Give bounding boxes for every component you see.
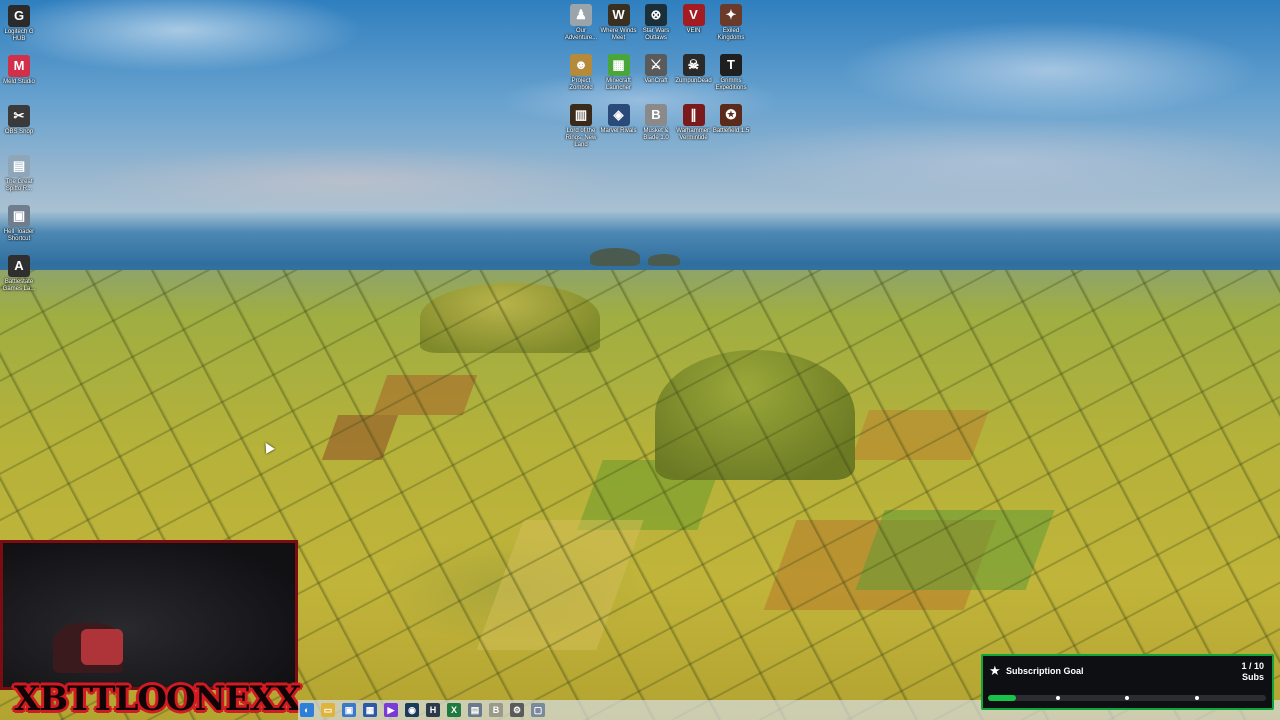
- game-icon: ⚔: [645, 54, 667, 76]
- game-icon: ▥: [570, 104, 592, 126]
- game-icon: ∥: [682, 104, 705, 126]
- game-icon: ✪: [720, 104, 742, 126]
- islet: [590, 248, 640, 266]
- goal-milestone-marker: [1056, 696, 1060, 700]
- webcam-overlay: [0, 540, 298, 690]
- app-icon[interactable]: ▤: [468, 703, 482, 717]
- goal-milestone-marker: [1125, 696, 1129, 700]
- game-icon: ☠: [682, 54, 705, 76]
- desktop-icon[interactable]: ☠ ZumpunDead: [674, 54, 714, 85]
- game-icon: B: [645, 104, 667, 126]
- desktop-icon-label: Our Adventure...: [564, 28, 598, 41]
- desktop-icon[interactable]: W Where Winds Meet: [599, 4, 639, 42]
- app-icon[interactable]: ▣: [342, 703, 356, 717]
- desktop-icon-label: Grimms Expeditions: [715, 78, 747, 91]
- desktop-icon-label: Battlefield 1.5: [712, 128, 750, 134]
- game-icon: ♟: [570, 4, 592, 26]
- desktop-icon-label: Logitech G HUB: [4, 29, 34, 42]
- islet: [648, 254, 680, 266]
- desktop-icon-label: Marvel Rivals: [600, 128, 637, 134]
- desktop-icon-label: Project Zomboid: [569, 78, 593, 91]
- desktop-icon-label: Exiled Kingdoms: [717, 28, 745, 41]
- streamer-shirt: [81, 629, 123, 665]
- desktop-icon-label: OBS Shop: [4, 129, 34, 135]
- gear-icon[interactable]: ⚙: [510, 703, 524, 717]
- game-icon: W: [607, 4, 630, 26]
- desktop-icon[interactable]: ✦ Exiled Kingdoms: [711, 4, 751, 42]
- store-icon[interactable]: ▦: [363, 703, 377, 717]
- desktop-icon[interactable]: ▣ Hell_loader Shortcut: [0, 205, 39, 243]
- desktop-icon-label: Warhammer: Vermintide: [676, 128, 711, 141]
- desktop-icon-label: The Great Spiffo R...: [5, 179, 33, 192]
- desktop-icon-label: Star Wars Outlaws: [642, 28, 670, 41]
- edge-icon[interactable]: ◐: [300, 703, 314, 717]
- desktop-icon[interactable]: A Battlestate Games La...: [0, 255, 39, 293]
- desktop-icon[interactable]: ✪ Battlefield 1.5: [711, 104, 751, 135]
- obs-shop-icon: ✂: [8, 105, 30, 127]
- channel-logo: XBTTLOONEXX: [14, 679, 301, 719]
- logitech-g-icon: G: [8, 5, 30, 27]
- desktop-icon[interactable]: G Logitech G HUB: [0, 5, 39, 43]
- desktop-icon[interactable]: ⊗ Star Wars Outlaws: [636, 4, 676, 42]
- desktop-icon[interactable]: B Musket & Blade 1.0: [636, 104, 676, 142]
- app-icon[interactable]: B: [489, 703, 503, 717]
- desktop-icon[interactable]: T Grimms Expeditions: [711, 54, 751, 92]
- desktop-icon-label: ZumpunDead: [675, 78, 712, 84]
- meld-studio-icon: M: [8, 55, 30, 77]
- desktop-icon-label: VEIN: [686, 28, 701, 34]
- goal-milestone-marker: [1195, 696, 1199, 700]
- app-icon[interactable]: H: [426, 703, 440, 717]
- game-icon: T: [720, 54, 742, 76]
- battlestate-icon: A: [8, 255, 30, 277]
- game-icon: ◈: [607, 104, 630, 126]
- desktop-icon[interactable]: ∥ Warhammer: Vermintide: [674, 104, 714, 142]
- subscription-goal-title: Subscription Goal: [1006, 666, 1084, 676]
- goal-count-value: 1 / 10: [1241, 661, 1264, 671]
- desktop-icon[interactable]: ☻ Project Zomboid: [561, 54, 601, 92]
- desktop-icon[interactable]: V VEIN: [674, 4, 714, 35]
- desktop-icon-label: VanCraft: [644, 78, 668, 84]
- desktop-icon[interactable]: ▤ The Great Spiffo R...: [0, 155, 39, 193]
- star-icon: ★: [989, 663, 1001, 678]
- desktop-icon[interactable]: ♟ Our Adventure...: [561, 4, 601, 42]
- app-icon[interactable]: ▢: [531, 703, 545, 717]
- desktop-icon-label: Lord of the Rings: New Land: [565, 128, 597, 148]
- goal-progress-fill: [988, 695, 1016, 701]
- minecraft-icon: ▦: [607, 54, 630, 76]
- goal-progress-track: [988, 695, 1266, 701]
- desktop-icon-label: Where Winds Meet: [600, 28, 637, 41]
- desktop-icon[interactable]: ▥ Lord of the Rings: New Land: [561, 104, 601, 149]
- game-icon: ⊗: [645, 4, 667, 26]
- game-icon: V: [682, 4, 705, 26]
- excel-icon[interactable]: X: [447, 703, 461, 717]
- desktop-icon[interactable]: ▦ Minecraft Launcher: [599, 54, 639, 92]
- game-icon: ✦: [720, 4, 742, 26]
- desktop-icon-label: Musket & Blade 1.0: [643, 128, 669, 141]
- goal-count-unit: Subs: [1241, 672, 1264, 682]
- desktop-icon[interactable]: M Meld Studio: [0, 55, 39, 86]
- desktop-icon-label: Hell_loader Shortcut: [3, 229, 35, 242]
- subscription-goal-widget: ★ Subscription Goal 1 / 10 Subs: [981, 654, 1274, 710]
- subscription-goal-count: 1 / 10 Subs: [1241, 661, 1264, 683]
- desktop-icon[interactable]: ✂ OBS Shop: [0, 105, 39, 136]
- document-icon: ▤: [8, 155, 30, 177]
- desktop-icon[interactable]: ◈ Marvel Rivals: [599, 104, 639, 135]
- shortcut-icon: ▣: [8, 205, 30, 227]
- file-explorer-icon[interactable]: ▭: [321, 703, 335, 717]
- steam-icon[interactable]: ◉: [405, 703, 419, 717]
- desktop-icon-label: Meld Studio: [3, 79, 35, 85]
- app-icon[interactable]: ▶: [384, 703, 398, 717]
- desktop-icon[interactable]: ⚔ VanCraft: [636, 54, 676, 85]
- game-icon: ☻: [570, 54, 592, 76]
- desktop-icon-label: Battlestate Games La...: [2, 279, 36, 292]
- desktop-icon-label: Minecraft Launcher: [605, 78, 632, 91]
